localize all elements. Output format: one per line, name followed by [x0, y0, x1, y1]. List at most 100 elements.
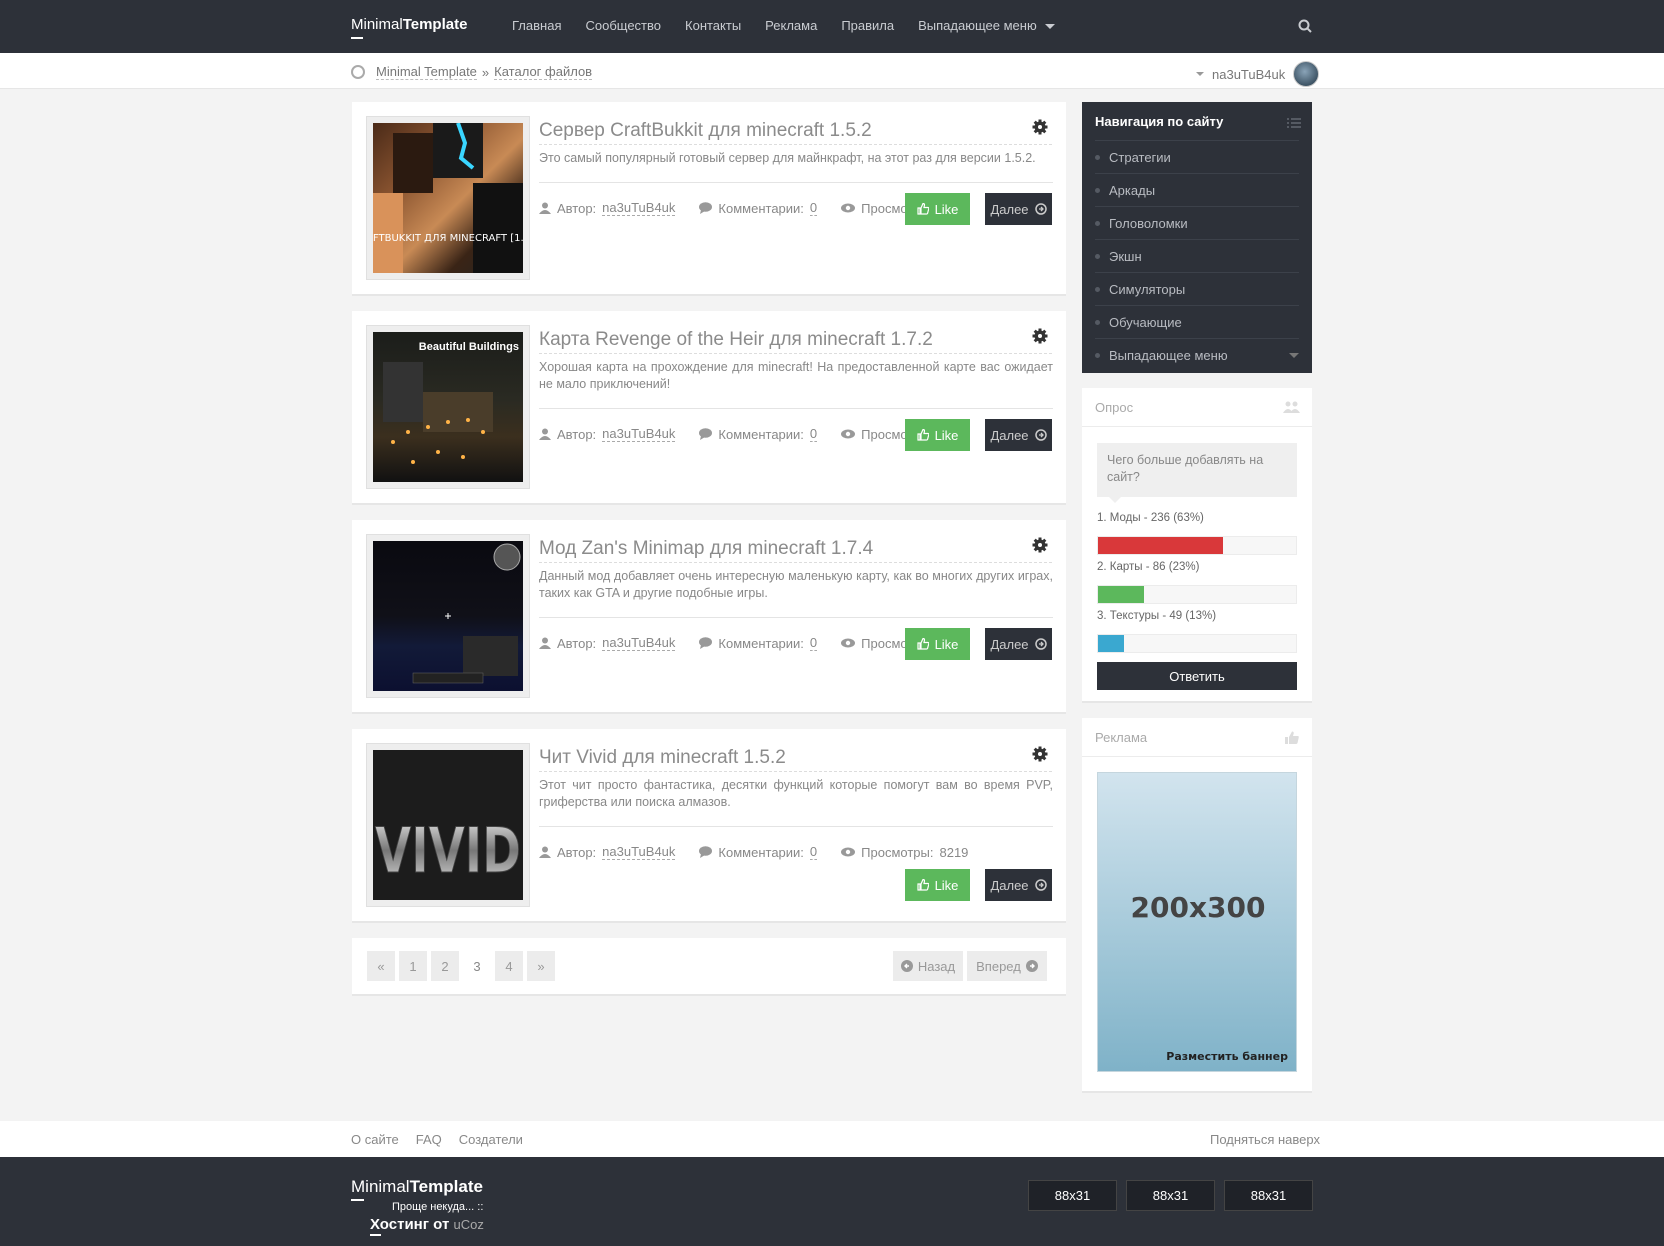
user-icon [539, 202, 551, 214]
comment-icon [699, 202, 713, 214]
search-icon[interactable] [1298, 19, 1312, 33]
page-first[interactable]: « [367, 951, 395, 981]
eye-icon [841, 847, 856, 857]
comments-link[interactable]: 0 [809, 200, 818, 216]
user-icon [539, 846, 551, 858]
site-logo[interactable]: MinimalTemplate [351, 16, 467, 39]
counter-badge[interactable]: 88x31 [1126, 1180, 1215, 1211]
sidebar-item-arcade[interactable]: Аркады [1095, 173, 1299, 206]
counter-badge[interactable]: 88x31 [1224, 1180, 1313, 1211]
main-nav: Главная Сообщество Контакты Реклама Прав… [512, 18, 1055, 33]
page-1[interactable]: 1 [399, 951, 427, 981]
footer-link-faq[interactable]: FAQ [416, 1132, 442, 1147]
post-thumbnail-frame: Beautiful Buildings [366, 325, 530, 489]
gear-icon[interactable] [1032, 119, 1048, 135]
nav-contacts[interactable]: Контакты [685, 18, 741, 33]
breadcrumb: Minimal Template » Каталог файлов [351, 64, 593, 80]
sidebar-item-educational[interactable]: Обучающие [1095, 305, 1299, 338]
post-thumbnail-frame [366, 534, 530, 698]
ads-widget: Реклама 200x300 Разместить баннер [1082, 718, 1312, 1093]
post-thumbnail[interactable]: Beautiful Buildings [373, 332, 523, 482]
user-menu[interactable]: na3uTuB4uk [1196, 61, 1320, 87]
page-last[interactable]: » [527, 951, 555, 981]
like-button[interactable]: Like [905, 869, 970, 901]
user-icon [539, 428, 551, 440]
post-thumbnail[interactable]: CRAFTBUKKIT ДЛЯ MINECRAFT [1.5.2] [373, 123, 523, 273]
comment-icon [699, 846, 713, 858]
thumbnail-caption: CRAFTBUKKIT ДЛЯ MINECRAFT [1.5.2] [373, 233, 523, 244]
nav-dropdown[interactable]: Выпадающее меню [918, 18, 1055, 33]
prev-page-button[interactable]: Назад [893, 951, 963, 981]
post-card: VIVID Чит Vivid для minecraft 1.5.2 Этот… [352, 729, 1066, 923]
footer-link-about[interactable]: О сайте [351, 1132, 399, 1147]
hosting-credit[interactable]: Хостинг от uCoz [370, 1216, 484, 1233]
avatar[interactable] [1293, 61, 1320, 87]
footer-logo[interactable]: MinimalTemplate [351, 1177, 483, 1201]
post-title[interactable]: Сервер CraftBukkit для minecraft 1.5.2 [539, 120, 1039, 142]
post-title[interactable]: Карта Revenge of the Heir для minecraft … [539, 329, 1039, 351]
sidebar-item-dropdown[interactable]: Выпадающее меню [1095, 338, 1299, 371]
footer-links-bar: О сайте FAQ Создатели Подняться наверх [0, 1121, 1664, 1157]
nav-home[interactable]: Главная [512, 18, 561, 33]
comment-icon [699, 637, 713, 649]
chevron-down-icon [1044, 24, 1055, 30]
next-page-button[interactable]: Вперед [967, 951, 1047, 981]
page-2[interactable]: 2 [431, 951, 459, 981]
like-button[interactable]: Like [905, 628, 970, 660]
list-icon [1287, 118, 1301, 128]
post-meta: Автор: na3uTuB4uk Комментарии: 0 Просмот… [539, 426, 961, 442]
read-more-button[interactable]: Далее [985, 419, 1052, 451]
widget-title: Навигация по сайту [1095, 114, 1224, 129]
post-thumbnail[interactable]: VIVID [373, 750, 523, 900]
back-to-top-link[interactable]: Подняться наверх [1210, 1132, 1320, 1147]
gear-icon[interactable] [1032, 328, 1048, 344]
author-link[interactable]: na3uTuB4uk [602, 635, 676, 651]
thumbs-up-icon [916, 879, 929, 891]
poll-option-label: 1. Моды - 236 (63%) [1097, 512, 1204, 524]
poll-widget: Опрос Чего больше добавлять на сайт? 1. … [1082, 388, 1312, 703]
read-more-button[interactable]: Далее [985, 869, 1052, 901]
eye-icon [841, 429, 856, 439]
breadcrumb-home[interactable]: Minimal Template [376, 64, 477, 80]
counter-badge[interactable]: 88x31 [1028, 1180, 1117, 1211]
post-thumbnail[interactable] [373, 541, 523, 691]
nav-ads[interactable]: Реклама [765, 18, 817, 33]
poll-bar-fill [1098, 537, 1223, 554]
breadcrumb-current[interactable]: Каталог файлов [494, 64, 593, 80]
page-4[interactable]: 4 [495, 951, 523, 981]
views-count: 8219 [939, 844, 969, 860]
sidebar-item-simulator[interactable]: Симуляторы [1095, 272, 1299, 305]
sidebar-item-action[interactable]: Экшн [1095, 239, 1299, 272]
username: na3uTuB4uk [1212, 66, 1286, 82]
comments-link[interactable]: 0 [809, 844, 818, 860]
footer-tagline: Проще некуда... :: [392, 1201, 484, 1213]
sidebar-item-strategy[interactable]: Стратегии [1095, 140, 1299, 173]
read-more-button[interactable]: Далее [985, 628, 1052, 660]
top-navbar: MinimalTemplate Главная Сообщество Конта… [0, 0, 1664, 53]
sidebar-item-puzzle[interactable]: Головоломки [1095, 206, 1299, 239]
like-button[interactable]: Like [905, 419, 970, 451]
nav-rules[interactable]: Правила [841, 18, 894, 33]
author-link[interactable]: na3uTuB4uk [602, 200, 676, 216]
post-title[interactable]: Чит Vivid для minecraft 1.5.2 [539, 747, 1039, 769]
comments-link[interactable]: 0 [809, 426, 818, 442]
eye-icon [841, 203, 856, 213]
compass-icon [351, 65, 365, 79]
footer-link-creators[interactable]: Создатели [459, 1132, 523, 1147]
banner-size: 200x300 [1130, 891, 1266, 924]
ad-banner[interactable]: 200x300 Разместить баннер [1097, 772, 1297, 1072]
read-more-button[interactable]: Далее [985, 193, 1052, 225]
post-description: Хорошая карта на прохождение для minecra… [539, 360, 1053, 391]
thumbnail-caption: VIVID [375, 814, 521, 887]
gear-icon[interactable] [1032, 537, 1048, 553]
post-card: Beautiful Buildings Карта Revenge of the… [352, 311, 1066, 505]
gear-icon[interactable] [1032, 746, 1048, 762]
post-title[interactable]: Мод Zan's Minimap для minecraft 1.7.4 [539, 538, 1039, 560]
author-link[interactable]: na3uTuB4uk [602, 844, 676, 860]
nav-community[interactable]: Сообщество [585, 18, 661, 33]
thumbs-up-icon [1285, 731, 1299, 744]
vote-button[interactable]: Ответить [1097, 662, 1297, 690]
like-button[interactable]: Like [905, 193, 970, 225]
author-link[interactable]: na3uTuB4uk [602, 426, 676, 442]
comments-link[interactable]: 0 [809, 635, 818, 651]
